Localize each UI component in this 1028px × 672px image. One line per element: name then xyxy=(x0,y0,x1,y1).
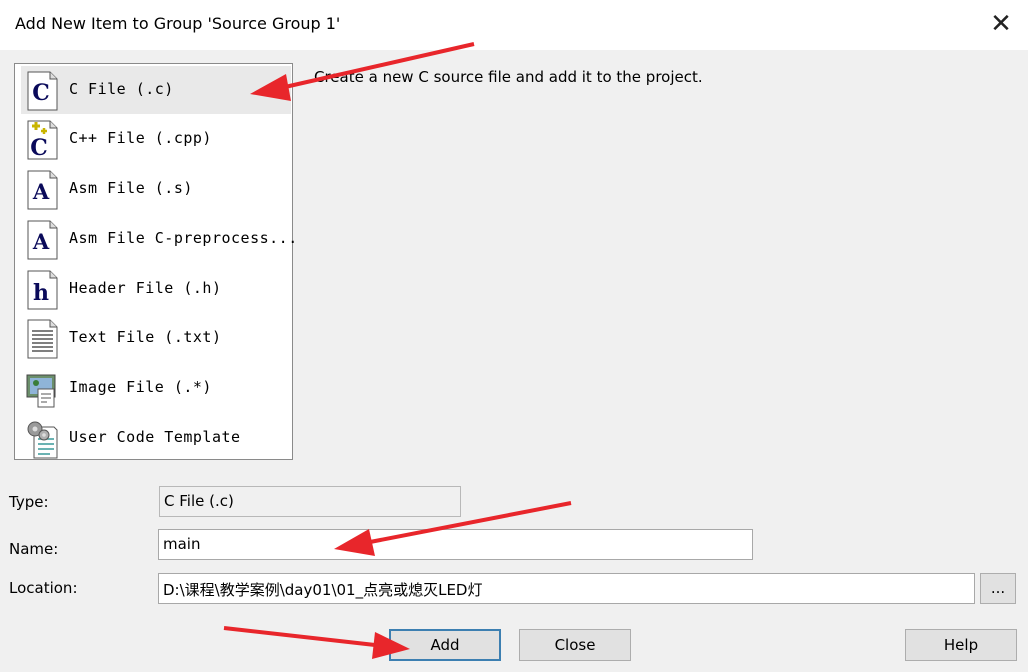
svg-text:A: A xyxy=(32,229,50,254)
list-item-label: Image File (.*) xyxy=(69,378,212,396)
list-item-user-code-template[interactable]: User Code Template xyxy=(21,414,291,462)
close-icon[interactable]: ✕ xyxy=(986,10,1016,40)
svg-text:h: h xyxy=(33,280,49,306)
list-item-label: User Code Template xyxy=(69,428,241,446)
dialog-title: Add New Item to Group 'Source Group 1' xyxy=(15,14,341,33)
asm-preprocess-file-icon: A xyxy=(27,220,58,260)
list-item-label: Asm File C-preprocess... xyxy=(69,229,298,247)
list-item-label: C File (.c) xyxy=(69,80,174,98)
header-file-icon: h xyxy=(27,270,58,310)
list-item-header-file[interactable]: h Header File (.h) xyxy=(21,265,291,313)
text-file-icon xyxy=(27,319,58,359)
title-bar: Add New Item to Group 'Source Group 1' ✕ xyxy=(0,0,1028,50)
file-type-list[interactable]: C C File (.c) C C++ File (.cpp) A Asm Fi… xyxy=(14,63,297,462)
list-item-label: Asm File (.s) xyxy=(69,179,193,197)
svg-text:A: A xyxy=(32,179,50,204)
list-item-text-file[interactable]: Text File (.txt) xyxy=(21,314,291,362)
browse-button[interactable]: ... xyxy=(980,573,1016,604)
svg-text:C: C xyxy=(32,80,50,106)
list-item-cpp-file[interactable]: C C++ File (.cpp) xyxy=(21,115,291,163)
location-label: Location: xyxy=(9,579,78,597)
asm-file-icon: A xyxy=(27,170,58,210)
close-button[interactable]: Close xyxy=(519,629,631,661)
add-button[interactable]: Add xyxy=(389,629,501,661)
user-code-template-icon xyxy=(27,421,58,459)
annotation-arrow-3 xyxy=(223,626,410,659)
svg-text:C: C xyxy=(30,135,48,160)
name-field[interactable]: main xyxy=(158,529,753,560)
list-item-label: C++ File (.cpp) xyxy=(69,129,212,147)
list-item-image-file[interactable]: Image File (.*) xyxy=(21,364,291,412)
list-item-c-file[interactable]: C C File (.c) xyxy=(21,66,291,114)
c-file-icon: C xyxy=(27,71,58,111)
type-field: C File (.c) xyxy=(159,486,461,517)
list-item-asm-file[interactable]: A Asm File (.s) xyxy=(21,165,291,213)
location-field[interactable]: D:\课程\教学案例\day01\01_点亮或熄灭LED灯 xyxy=(158,573,975,604)
cpp-file-icon: C xyxy=(27,120,58,160)
item-description: Create a new C source file and add it to… xyxy=(314,68,703,86)
list-item-label: Header File (.h) xyxy=(69,279,222,297)
type-label: Type: xyxy=(9,493,49,511)
list-item-asm-preprocess-file[interactable]: A Asm File C-preprocess... xyxy=(21,215,297,263)
help-button[interactable]: Help xyxy=(905,629,1017,661)
image-file-icon xyxy=(26,374,56,408)
name-label: Name: xyxy=(9,540,59,558)
list-item-label: Text File (.txt) xyxy=(69,328,222,346)
